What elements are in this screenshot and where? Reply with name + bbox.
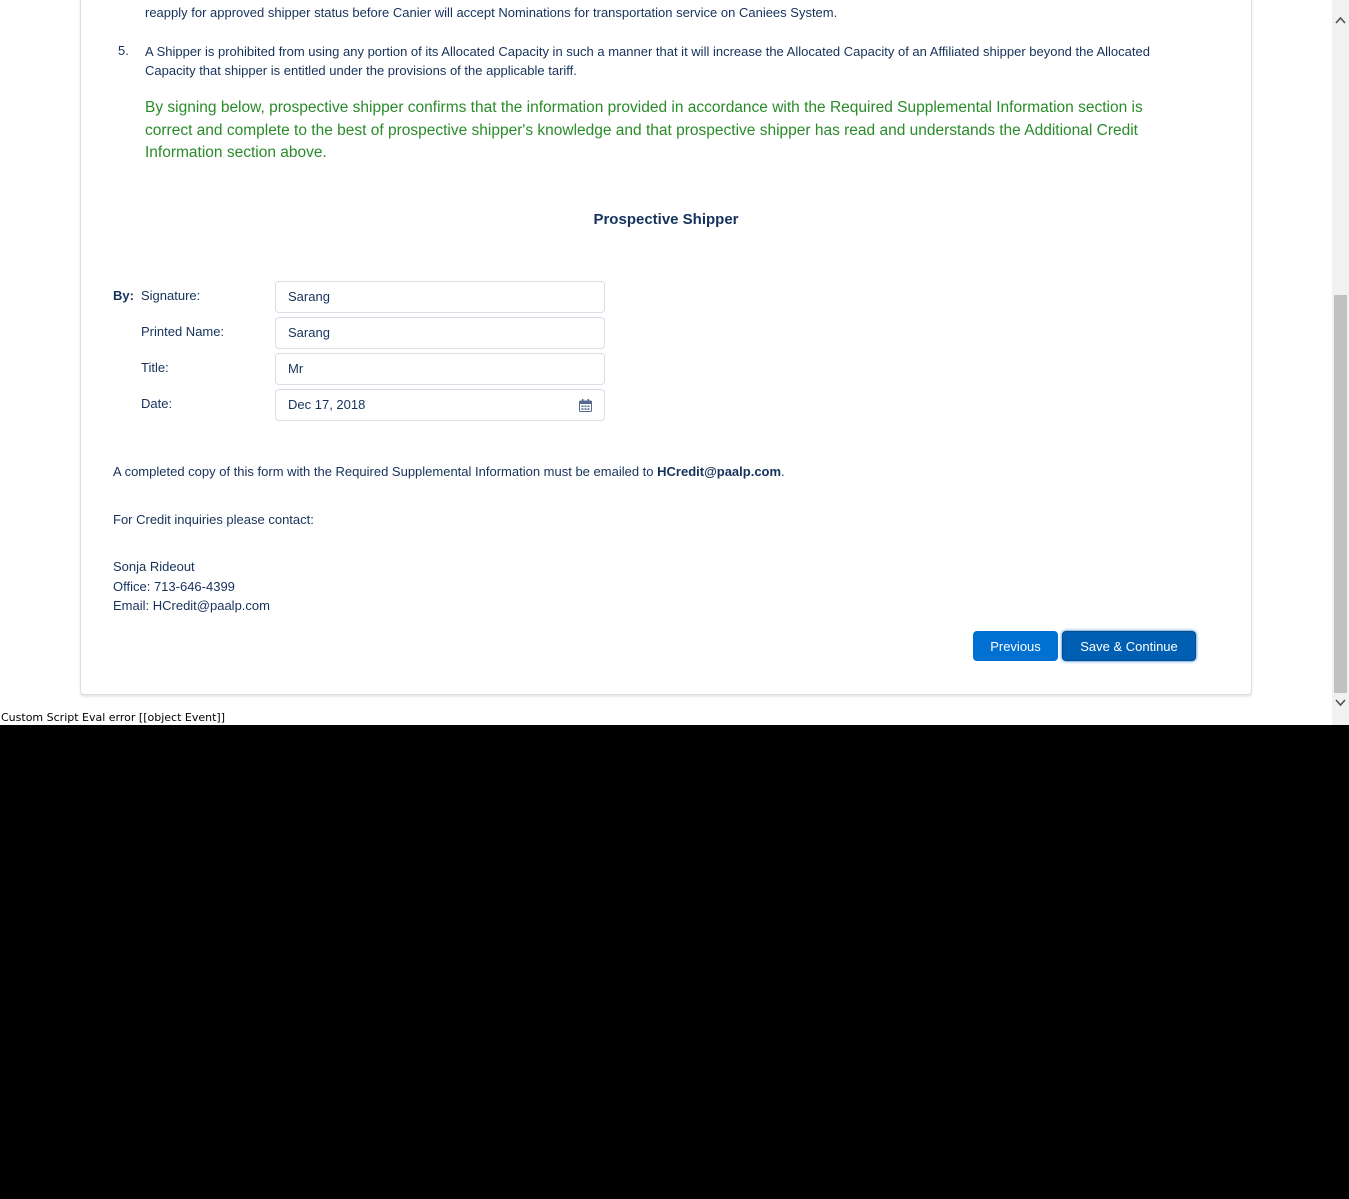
calendar-icon[interactable]	[579, 399, 592, 412]
previous-button[interactable]: Previous	[973, 631, 1058, 661]
blank-black-area	[0, 725, 1349, 1199]
terms-clipped-line: reapply for approved shipper status befo…	[145, 5, 838, 20]
save-continue-button[interactable]: Save & Continue	[1062, 631, 1196, 661]
printed-name-value: Sarang	[288, 325, 330, 340]
email-notice-prefix: A completed copy of this form with the R…	[113, 464, 658, 479]
printed-name-label: Printed Name:	[141, 324, 225, 339]
scrollbar-thumb[interactable]	[1334, 295, 1347, 693]
contact-email: Email: HCredit@paalp.com	[113, 598, 270, 613]
chevron-down-icon[interactable]	[1335, 697, 1346, 708]
terms-item-5-line-2: Capacity that shipper is entitled under …	[145, 63, 577, 78]
signature-value: Sarang	[288, 289, 330, 304]
by-label: By:	[113, 288, 134, 303]
browser-viewport: reapply for approved shipper status befo…	[0, 0, 1349, 725]
notice-email[interactable]: HCredit@paalp.com	[657, 464, 781, 479]
script-error-message: Custom Script Eval error [[object Event]…	[1, 711, 225, 724]
email-notice-suffix: .	[781, 464, 785, 479]
vertical-scrollbar[interactable]	[1332, 0, 1349, 725]
terms-item-5-line-1: A Shipper is prohibited from using any p…	[145, 44, 1150, 59]
title-value: Mr	[288, 361, 304, 376]
date-label: Date:	[141, 396, 173, 411]
section-title: Prospective Shipper	[593, 211, 739, 228]
contact-name: Sonja Rideout	[113, 559, 195, 574]
printed-name-field[interactable]: Sarang	[275, 317, 605, 349]
email-notice: A completed copy of this form with the R…	[113, 462, 785, 481]
title-label: Title:	[141, 360, 169, 375]
signature-field[interactable]: Sarang	[275, 281, 605, 313]
date-value: Dec 17, 2018	[288, 397, 366, 412]
signature-label: Signature:	[141, 288, 201, 303]
contact-office: Office: 713-646-4399	[113, 579, 235, 594]
contact-heading: For Credit inquiries please contact:	[113, 512, 314, 527]
date-field[interactable]: Dec 17, 2018	[275, 389, 605, 421]
chevron-up-icon[interactable]	[1335, 15, 1346, 26]
terms-item-number: 5.	[118, 43, 129, 58]
form-card: reapply for approved shipper status befo…	[80, 0, 1252, 695]
title-field[interactable]: Mr	[275, 353, 605, 385]
confirmation-statement: By signing below, prospective shipper co…	[145, 99, 1143, 161]
